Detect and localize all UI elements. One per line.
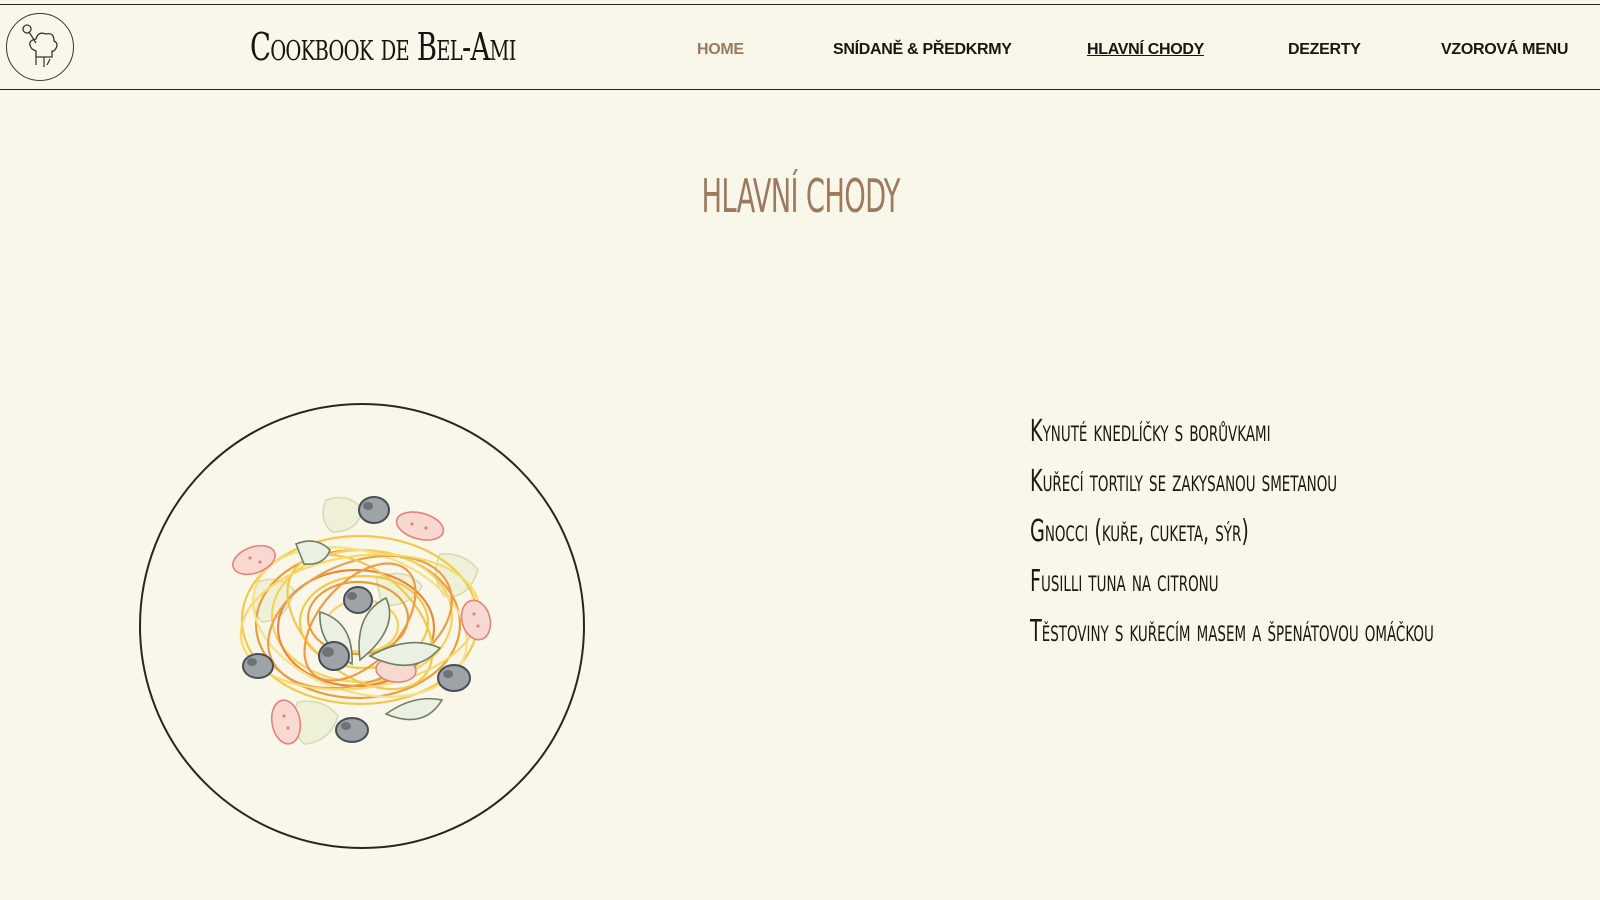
pasta-plate-illustration (138, 402, 586, 850)
recipe-link[interactable]: Gnocci (kuře, cuketa, sýr) (1030, 510, 1434, 560)
recipe-link[interactable]: Kynuté knedlíčky s borůvkami (1030, 410, 1434, 460)
site-title[interactable]: Cookbook de Bel-Ami (250, 25, 516, 69)
recipe-link[interactable]: Kuřecí tortily se zakysanou smetanou (1030, 460, 1434, 510)
recipe-list: Kynuté knedlíčky s borůvkami Kuřecí tort… (1030, 410, 1600, 660)
nav-sample-menus[interactable]: VZOROVÁ MENU (1441, 41, 1568, 59)
nav-breakfast-starters[interactable]: SNÍDANĚ & PŘEDKRMY (833, 41, 1012, 59)
page-title: HLAVNÍ CHODY (701, 168, 901, 223)
nav-main-courses[interactable]: HLAVNÍ CHODY (1087, 41, 1204, 59)
recipe-link[interactable]: Těstoviny s kuřecím masem a špenátovou o… (1030, 610, 1434, 660)
nav-desserts[interactable]: DEZERTY (1288, 41, 1361, 59)
recipe-link[interactable]: Fusilli tuna na citronu (1030, 560, 1434, 610)
site-header: Cookbook de Bel-Ami HOME SNÍDANĚ & PŘEDK… (0, 4, 1600, 90)
nav-home[interactable]: HOME (697, 41, 744, 59)
chef-hat-icon[interactable] (6, 13, 74, 81)
